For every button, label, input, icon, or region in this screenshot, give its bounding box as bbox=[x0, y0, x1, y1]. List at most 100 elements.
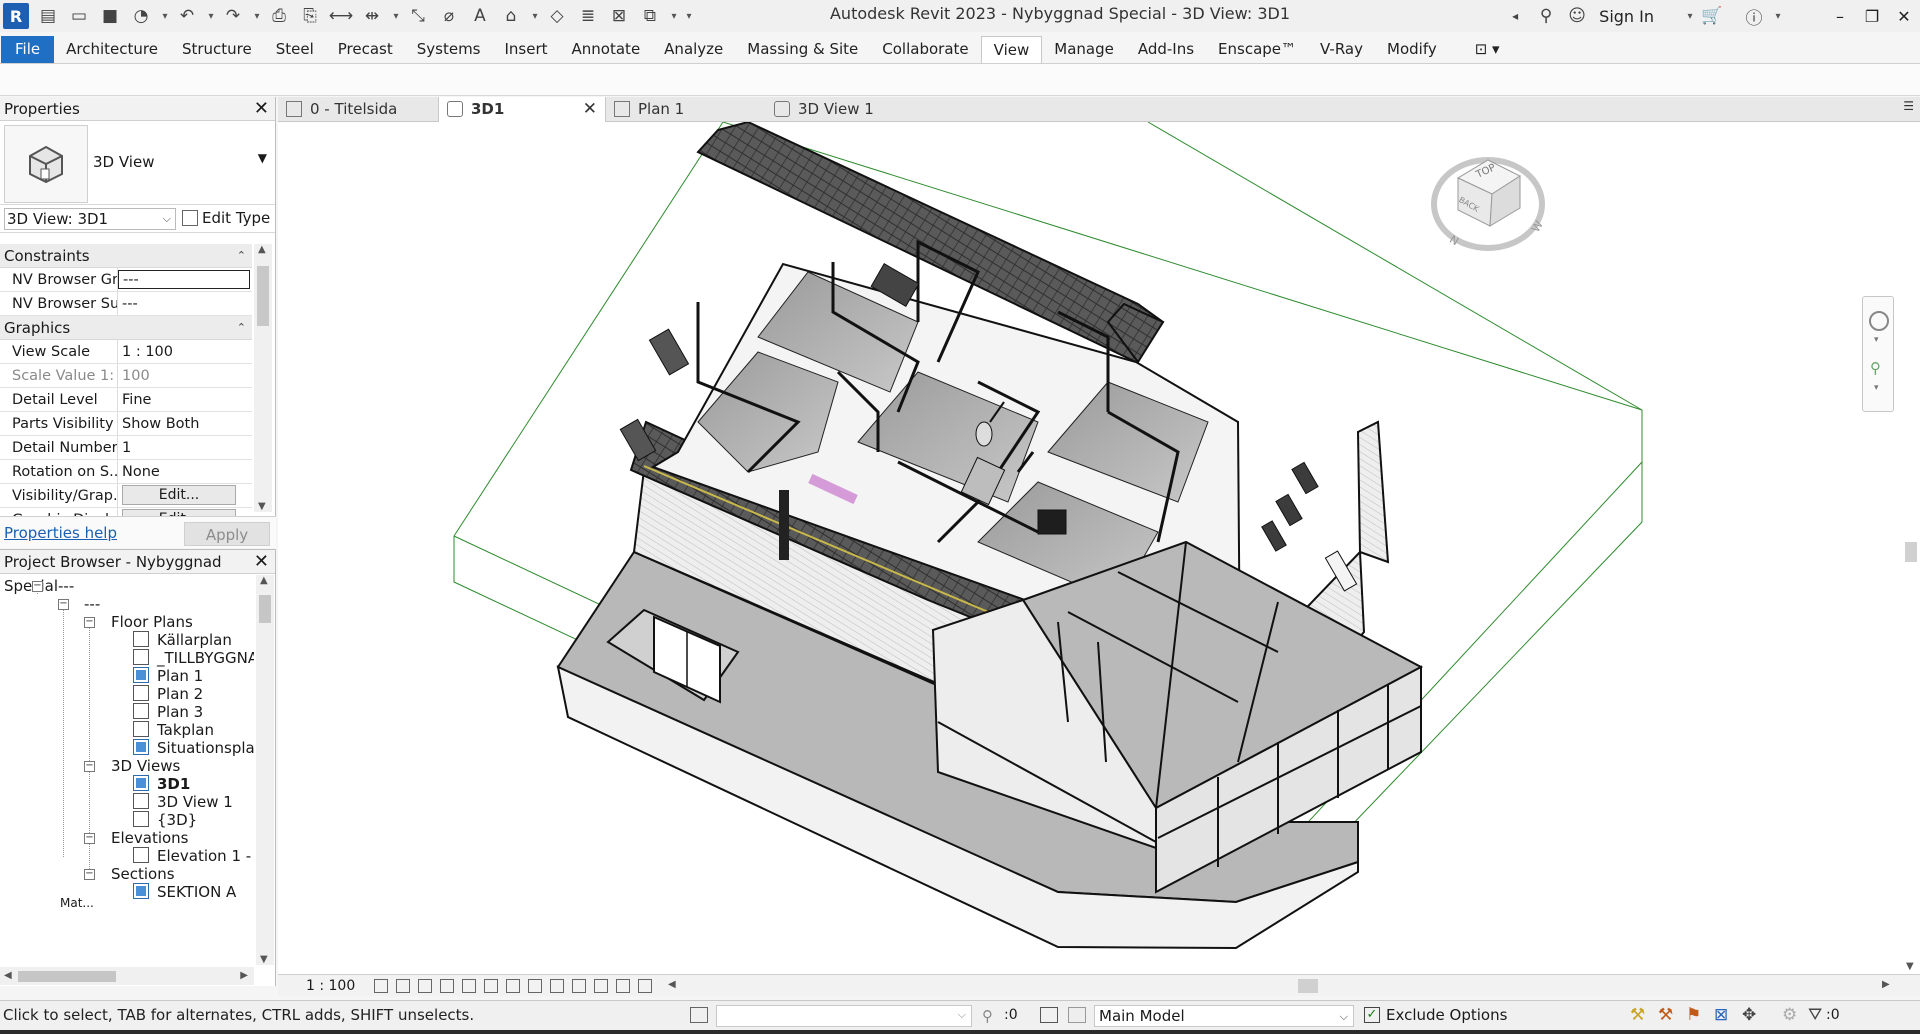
tab-systems[interactable]: Systems bbox=[405, 36, 493, 63]
select-links-icon[interactable]: ⚒ bbox=[1630, 1005, 1645, 1025]
tab-steel[interactable]: Steel bbox=[264, 36, 326, 63]
property-row[interactable]: Detail Number 1 bbox=[0, 436, 252, 460]
steering-wheel-icon[interactable] bbox=[1869, 311, 1889, 331]
view-cube[interactable]: TOP BACK N W bbox=[1428, 142, 1548, 252]
detail-level-icon[interactable] bbox=[374, 979, 388, 993]
properties-help-link[interactable]: Properties help bbox=[4, 524, 117, 542]
scroll-down-icon[interactable]: ▼ bbox=[1906, 961, 1914, 972]
view-tab-active[interactable]: 3D1 ✕ bbox=[438, 97, 606, 122]
tab-collaborate[interactable]: Collaborate bbox=[870, 36, 980, 63]
scroll-right-icon[interactable]: ▶ bbox=[240, 970, 248, 981]
tab-view[interactable]: View bbox=[980, 36, 1043, 63]
property-row[interactable]: NV Browser Gr... --- bbox=[0, 268, 252, 292]
shadows-icon[interactable] bbox=[440, 979, 454, 993]
collapse-toggle[interactable]: − bbox=[84, 617, 95, 628]
print-icon[interactable]: ⎙ bbox=[266, 3, 292, 29]
collapse-toggle[interactable]: − bbox=[32, 581, 43, 592]
close-tab-icon[interactable]: ✕ bbox=[583, 97, 597, 121]
instance-filter-select[interactable]: 3D View: 3D1 ⌵ bbox=[4, 208, 176, 230]
view-scale-button[interactable]: 1 : 100 bbox=[306, 975, 355, 997]
properties-scrollbar[interactable]: ▲ ▼ bbox=[254, 244, 272, 512]
undo-dropdown-icon[interactable]: ▾ bbox=[205, 3, 217, 29]
close-hidden-windows-icon[interactable]: ⊠ bbox=[606, 3, 632, 29]
canvas-hscroll-thumb[interactable] bbox=[1298, 979, 1318, 993]
category-graphics[interactable]: Graphics ⌃ bbox=[0, 316, 252, 340]
property-row[interactable]: View Scale 1 : 100 bbox=[0, 340, 252, 364]
tabs-menu-icon[interactable]: ☰ bbox=[1903, 99, 1914, 113]
worksharing-display-icon[interactable] bbox=[594, 979, 608, 993]
redo-icon[interactable]: ↷ bbox=[220, 3, 246, 29]
design-option-select[interactable]: Main Model ⌵ bbox=[1094, 1005, 1354, 1027]
design-options-icon[interactable] bbox=[1040, 1007, 1058, 1023]
scroll-left-icon[interactable]: ◀ bbox=[668, 979, 676, 990]
cart-icon[interactable]: 🛒 bbox=[1699, 3, 1725, 29]
exclude-options-checkbox[interactable]: ✓ Exclude Options bbox=[1364, 1006, 1507, 1024]
sun-path-icon[interactable] bbox=[418, 979, 432, 993]
property-value[interactable]: --- bbox=[118, 292, 252, 315]
tag-icon[interactable]: ⤡ bbox=[405, 3, 431, 29]
help-dropdown-icon[interactable]: ▾ bbox=[1772, 3, 1784, 29]
tab-enscape[interactable]: Enscape™ bbox=[1206, 36, 1308, 63]
browser-vertical-scrollbar[interactable]: ▲ ▼ bbox=[256, 575, 274, 965]
dimension-icon[interactable]: ⇹ bbox=[359, 3, 385, 29]
scroll-up-icon[interactable]: ▲ bbox=[258, 244, 266, 255]
property-row[interactable]: Parts Visibility Show Both bbox=[0, 412, 252, 436]
tab-structure[interactable]: Structure bbox=[170, 36, 264, 63]
tab-add-ins[interactable]: Add-Ins bbox=[1126, 36, 1206, 63]
collapse-toggle[interactable]: − bbox=[58, 599, 69, 610]
property-row[interactable]: NV Browser Su... --- bbox=[0, 292, 252, 316]
help-icon[interactable]: ⓘ bbox=[1741, 3, 1767, 29]
scroll-thumb[interactable] bbox=[257, 266, 269, 326]
redo-dropdown-icon[interactable]: ▾ bbox=[251, 3, 263, 29]
building-model[interactable] bbox=[278, 122, 1902, 974]
active-workset-select[interactable]: ⌵ bbox=[716, 1005, 972, 1027]
property-value[interactable]: Show Both bbox=[118, 412, 252, 435]
zoom-icon[interactable]: ⚲ bbox=[1870, 359, 1881, 377]
visual-style-icon[interactable] bbox=[396, 979, 410, 993]
filter-icon[interactable]: ⛛ bbox=[1808, 1005, 1822, 1025]
thin-lines-icon[interactable]: ≣ bbox=[575, 3, 601, 29]
browser-horizontal-scrollbar[interactable]: ◀ ▶ bbox=[0, 967, 254, 985]
scroll-thumb[interactable] bbox=[18, 971, 116, 982]
3d-view-canvas[interactable]: TOP BACK N W bbox=[278, 122, 1902, 974]
collapse-toggle[interactable]: − bbox=[84, 833, 95, 844]
property-value[interactable]: 1 : 100 bbox=[118, 340, 252, 363]
chevron-left-icon[interactable]: ◂ bbox=[1502, 3, 1528, 29]
select-pinned-icon[interactable]: ⚑ bbox=[1686, 1005, 1701, 1025]
crop-view-icon[interactable] bbox=[484, 979, 498, 993]
worksets-icon[interactable] bbox=[690, 1007, 708, 1023]
type-selector[interactable]: 3D View ▼ bbox=[0, 121, 275, 205]
tab-file[interactable]: File bbox=[1, 36, 55, 63]
scroll-down-icon[interactable]: ▼ bbox=[260, 954, 268, 965]
property-value-input[interactable]: --- bbox=[118, 270, 250, 289]
sync-dropdown-icon[interactable]: ▾ bbox=[159, 3, 171, 29]
property-value[interactable]: 1 bbox=[118, 436, 252, 459]
dimension-dropdown-icon[interactable]: ▾ bbox=[390, 3, 402, 29]
customize-qat-icon[interactable]: ▾ bbox=[683, 3, 695, 29]
section-icon[interactable]: ◇ bbox=[544, 3, 570, 29]
scroll-thumb[interactable] bbox=[259, 595, 271, 623]
view-tab[interactable]: 3D View 1 bbox=[766, 97, 926, 122]
main-model-icon[interactable] bbox=[1068, 1007, 1086, 1023]
canvas-vertical-scrollbar[interactable]: ▼ bbox=[1902, 122, 1920, 974]
text-icon[interactable]: A bbox=[467, 3, 493, 29]
property-row[interactable]: Rotation on S... None bbox=[0, 460, 252, 484]
sync-icon[interactable]: ◔ bbox=[128, 3, 154, 29]
sign-in-dropdown-icon[interactable]: ▾ bbox=[1684, 3, 1696, 29]
tag-all-icon[interactable]: ⌀ bbox=[436, 3, 462, 29]
sign-in-link[interactable]: Sign In bbox=[1599, 7, 1654, 26]
binoculars-icon[interactable]: ⚲ bbox=[1533, 3, 1559, 29]
edit-type-button[interactable]: Edit Type bbox=[182, 209, 270, 227]
scroll-left-icon[interactable]: ◀ bbox=[4, 970, 12, 981]
view-tab[interactable]: 0 - Titelsida bbox=[278, 97, 432, 122]
tree-node-root[interactable]: --- bbox=[58, 575, 74, 597]
scroll-right-icon[interactable]: ▶ bbox=[1882, 979, 1890, 990]
default-3d-view-icon[interactable]: ⌂ bbox=[498, 3, 524, 29]
apply-button[interactable]: Apply bbox=[184, 522, 270, 546]
tab-insert[interactable]: Insert bbox=[493, 36, 560, 63]
switch-windows-icon[interactable]: ⧉ bbox=[637, 3, 663, 29]
property-row[interactable]: Visibility/Grap... Edit... bbox=[0, 484, 252, 508]
zoom-dropdown-icon[interactable]: ▾ bbox=[1874, 383, 1879, 393]
visibility-graphics-edit-button[interactable]: Edit... bbox=[122, 485, 236, 505]
export-pdf-icon[interactable]: ⎘ bbox=[297, 3, 323, 29]
